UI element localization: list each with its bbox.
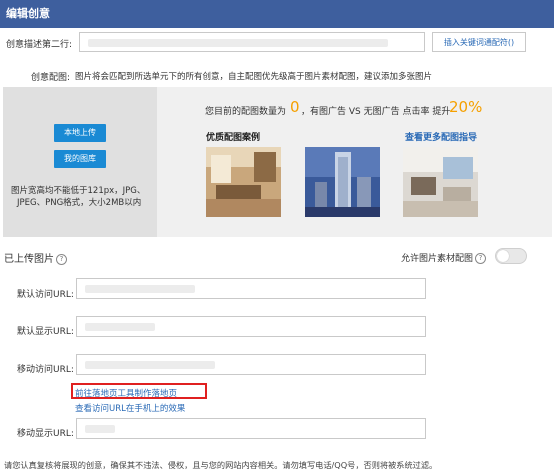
allow-material-text: 允许图片素材配图 bbox=[401, 254, 474, 264]
stat-prefix: 您目前的配图数量为 bbox=[205, 107, 287, 117]
allow-material-toggle[interactable] bbox=[495, 248, 527, 264]
default-display-input[interactable] bbox=[76, 316, 426, 337]
living-room-photo bbox=[206, 147, 281, 217]
stat-percent: 20% bbox=[449, 98, 483, 116]
upload-spec-line2: JPEG、PNG格式，大小2MB以内 bbox=[17, 198, 142, 208]
stat-middle: ，有图广告 VS 无图广告 点击率 提升 bbox=[301, 107, 451, 117]
my-gallery-button[interactable]: 我的图库 bbox=[54, 150, 106, 168]
uploaded-title: 已上传图片? bbox=[4, 250, 67, 265]
mobile-display-label: 移动显示URL: bbox=[17, 429, 74, 439]
default-display-label: 默认显示URL: bbox=[17, 327, 74, 337]
help-icon[interactable]: ? bbox=[56, 253, 67, 265]
city-tower-photo bbox=[305, 147, 380, 217]
examples-title: 优质配图案例 bbox=[206, 133, 261, 143]
landing-tool-link[interactable]: 前往落地页工具制作落地页 bbox=[75, 387, 177, 399]
desc2-label: 创意描述第二行: bbox=[6, 40, 73, 50]
mobile-display-input[interactable] bbox=[76, 418, 426, 439]
footer-notice: 请您认真复核将展现的创意，确保其不违法、侵权，且与您的网站内容相关。请勿填写电话… bbox=[4, 460, 438, 470]
uploaded-title-text: 已上传图片 bbox=[4, 254, 54, 265]
blurred-text bbox=[88, 39, 388, 47]
allow-material-label: 允许图片素材配图? bbox=[401, 251, 487, 264]
upload-local-button[interactable]: 本地上传 bbox=[54, 124, 106, 142]
more-guide-link[interactable]: 查看更多配图指导 bbox=[405, 130, 477, 143]
help-icon[interactable]: ? bbox=[475, 253, 487, 264]
mobile-visit-input[interactable] bbox=[76, 354, 426, 375]
mobile-visit-label: 移动访问URL: bbox=[17, 365, 74, 375]
default-visit-label: 默认访问URL: bbox=[17, 290, 74, 300]
default-visit-input[interactable] bbox=[76, 278, 426, 299]
images-label: 创意配图: bbox=[31, 73, 71, 83]
blurred-text bbox=[85, 323, 155, 331]
toggle-knob bbox=[497, 250, 509, 262]
blurred-text bbox=[85, 361, 215, 369]
blurred-text bbox=[85, 425, 115, 433]
images-note: 图片将会匹配到所选单元下的所有创意，自主配图优先级高于图片素材配图，建议添加多张… bbox=[75, 72, 433, 82]
blurred-text bbox=[85, 285, 195, 293]
upload-spec-line1: 图片宽高均不能低于121px，JPG、 bbox=[11, 186, 146, 196]
desc2-input[interactable] bbox=[79, 32, 425, 52]
dialog-title: 编辑创意 bbox=[0, 0, 554, 28]
phone-preview-link[interactable]: 查看访问URL在手机上的效果 bbox=[75, 402, 185, 414]
insert-keyword-button[interactable]: 插入关键词通配符() bbox=[432, 32, 526, 52]
interior-apartment-photo bbox=[403, 147, 478, 217]
stat-count: 0 bbox=[290, 98, 300, 116]
